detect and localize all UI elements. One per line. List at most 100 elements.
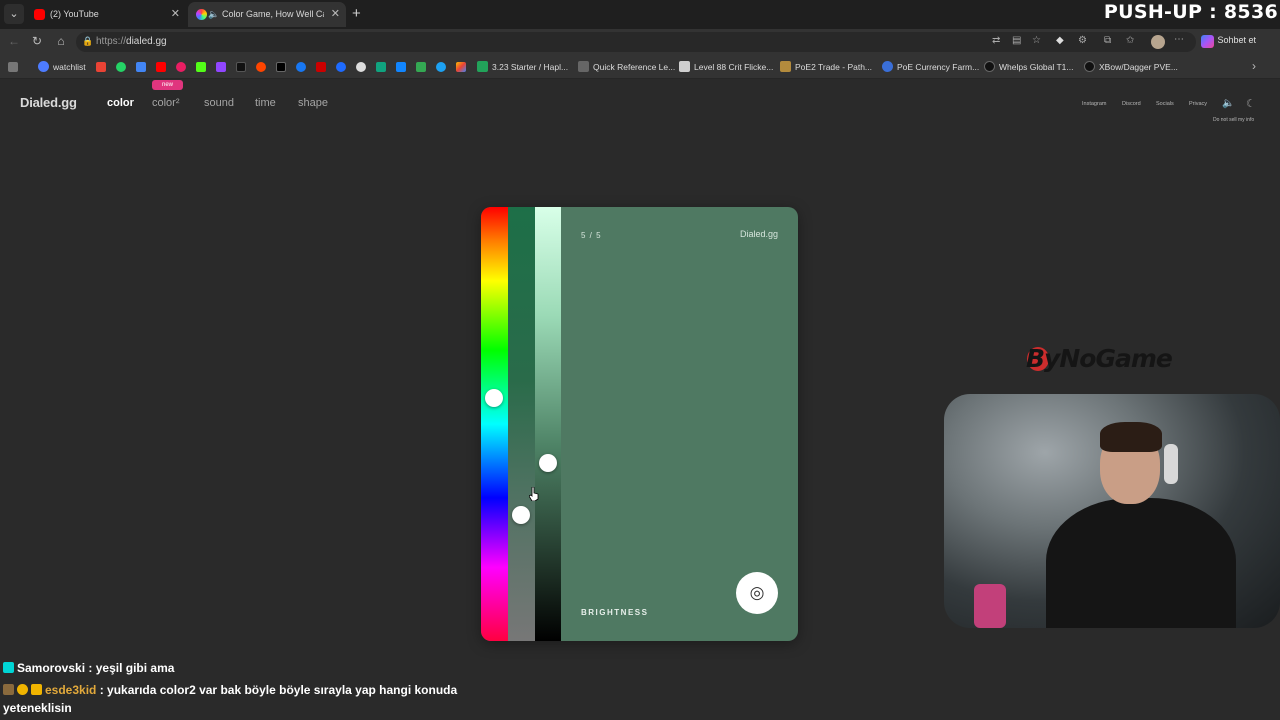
- close-tab-icon[interactable]: ✕: [331, 2, 340, 27]
- chat-message: Samorovski : yeşil gibi ama: [3, 661, 174, 675]
- dark-mode-moon-icon[interactable]: ☾: [1246, 97, 1256, 110]
- facebook-icon[interactable]: [296, 62, 306, 72]
- google-apps-icon[interactable]: [456, 62, 466, 72]
- whatsapp-icon[interactable]: [116, 62, 126, 72]
- site-icon: [984, 61, 995, 72]
- color-game-card: 5 / 5 Dialed.gg BRIGHTNESS ◎: [481, 207, 798, 641]
- youtube-icon: [34, 9, 45, 20]
- chat-message-continuation: yeteneklisin: [3, 701, 72, 715]
- tab-label: Color Game, How Well Can You: [222, 9, 324, 19]
- poe-icon: [780, 61, 791, 72]
- streamer-hair: [1100, 422, 1162, 452]
- chat-text: yukarıda color2 var bak böyle böyle sıra…: [107, 683, 458, 697]
- translate-bookmark-icon[interactable]: [136, 62, 146, 72]
- do-not-sell-link[interactable]: Do not sell my info: [1213, 117, 1254, 123]
- gmail-icon[interactable]: [96, 62, 106, 72]
- bookmark-cyan-icon[interactable]: [436, 62, 446, 72]
- bookmark-xbow[interactable]: XBow/Dagger PVE...: [1084, 60, 1178, 74]
- close-tab-icon[interactable]: ✕: [171, 2, 180, 27]
- bookmark-green-icon[interactable]: [416, 62, 426, 72]
- chatgpt-icon[interactable]: [376, 62, 386, 72]
- link-instagram[interactable]: Instagram: [1082, 101, 1106, 107]
- bookmark-poe-currency[interactable]: PoE Currency Farm...: [882, 60, 979, 74]
- bookmark-blue-icon[interactable]: [336, 62, 346, 72]
- nav-sound[interactable]: sound: [204, 97, 234, 109]
- link-socials[interactable]: Socials: [1156, 101, 1174, 107]
- new-badge: new: [152, 80, 183, 90]
- bookmark-quick-reference[interactable]: Quick Reference Le...: [578, 60, 675, 74]
- pushup-counter: PUSH-UP : 8536: [1103, 1, 1278, 23]
- copilot-icon[interactable]: [1201, 35, 1214, 48]
- link-privacy[interactable]: Privacy: [1189, 101, 1207, 107]
- tab-label: (2) YouTube: [50, 9, 99, 19]
- reader-icon[interactable]: ▤: [1012, 35, 1021, 46]
- page-icon: [679, 61, 690, 72]
- link-discord[interactable]: Discord: [1122, 101, 1141, 107]
- home-icon[interactable]: ⌂: [53, 33, 69, 49]
- brightness-slider[interactable]: [535, 207, 561, 641]
- chat-text: yeşil gibi ama: [95, 661, 175, 675]
- chat-username: Samorovski: [17, 661, 86, 675]
- bookmark-circle-icon[interactable]: [356, 62, 366, 72]
- patreon-icon[interactable]: [176, 62, 186, 72]
- nav-color2[interactable]: color²: [152, 97, 180, 109]
- url-text: https://dialed.gg: [96, 36, 167, 47]
- sound-toggle-icon[interactable]: 🔈: [1222, 98, 1234, 109]
- address-bar[interactable]: 🔒 https://dialed.gg ⇄ ▤ ☆ ◆ ⚙ ⧉ ✩ ⋯: [76, 32, 1196, 52]
- gift-badge-icon: [17, 684, 28, 695]
- profile-avatar[interactable]: [1151, 35, 1165, 49]
- extension-icon[interactable]: ◆: [1056, 35, 1064, 46]
- round-counter: 5 / 5: [581, 231, 602, 240]
- reddit-icon[interactable]: [256, 62, 266, 72]
- tab-youtube[interactable]: (2) YouTube ✕: [26, 2, 186, 27]
- watchlist-icon: [38, 61, 49, 72]
- site-icon: [1084, 61, 1095, 72]
- bookmark-red-icon[interactable]: [316, 62, 326, 72]
- chevron-right-icon[interactable]: ›: [1252, 59, 1256, 73]
- puzzle-icon[interactable]: ⚙: [1078, 35, 1087, 46]
- bookmark-watchlist[interactable]: watchlist: [38, 60, 86, 74]
- saturation-slider-handle[interactable]: [512, 506, 530, 524]
- back-arrow-icon[interactable]: ←: [6, 33, 22, 49]
- site-logo[interactable]: Dialed.gg: [20, 95, 77, 110]
- bookmark-starter[interactable]: 3.23 Starter / Hapl...: [477, 60, 568, 74]
- brightness-slider-handle[interactable]: [539, 454, 557, 472]
- more-options-icon[interactable]: ⋯: [1174, 34, 1184, 45]
- new-tab-plus-icon[interactable]: +: [352, 5, 361, 22]
- bookmark-whelps[interactable]: Whelps Global T1...: [984, 60, 1074, 74]
- favorite-star-icon[interactable]: ☆: [1032, 35, 1041, 46]
- globe-icon: [882, 61, 893, 72]
- chat-button[interactable]: Sohbet et: [1217, 35, 1256, 45]
- tab-list-chevron-icon[interactable]: ⌄: [4, 4, 24, 24]
- bookmark-poe2-trade[interactable]: PoE2 Trade - Path...: [780, 60, 872, 74]
- nav-shape[interactable]: shape: [298, 97, 328, 109]
- collections-icon[interactable]: ⧉: [1104, 35, 1111, 46]
- reload-icon[interactable]: ↻: [29, 33, 45, 49]
- browser-tab-strip: ⌄ (2) YouTube ✕ Color Game, How Well Can…: [0, 0, 1280, 29]
- sidebar-toggle-icon[interactable]: [8, 62, 18, 72]
- kick-icon[interactable]: [196, 62, 206, 72]
- browser-toolbar: ← ↻ ⌂ 🔒 https://dialed.gg ⇄ ▤ ☆ ◆ ⚙ ⧉ ✩ …: [0, 29, 1280, 55]
- streamer-body: [1046, 498, 1236, 628]
- hue-slider[interactable]: [481, 207, 508, 641]
- chat-message: esde3kid : yukarıda color2 var bak böyle…: [3, 683, 457, 697]
- hand-cursor-icon: [529, 487, 539, 501]
- translate-icon[interactable]: ⇄: [992, 35, 1000, 46]
- tab-color-game[interactable]: Color Game, How Well Can You 🔈 ✕: [188, 2, 346, 27]
- twitch-icon[interactable]: [216, 62, 226, 72]
- x-icon[interactable]: [276, 62, 286, 72]
- nav-time[interactable]: time: [255, 97, 276, 109]
- nav-color[interactable]: color: [107, 97, 134, 109]
- tiktok-icon[interactable]: [236, 62, 246, 72]
- submit-target-button[interactable]: ◎: [736, 572, 778, 614]
- favorites-icon[interactable]: ✩: [1126, 35, 1134, 46]
- saturation-slider[interactable]: [508, 207, 535, 641]
- bookmark-level-88[interactable]: Level 88 Crit Flicke...: [679, 60, 773, 74]
- target-icon: ◎: [749, 583, 765, 602]
- speaker-icon[interactable]: 🔈: [208, 2, 219, 27]
- youtube-bookmark-icon[interactable]: [156, 62, 166, 72]
- hue-slider-handle[interactable]: [485, 389, 503, 407]
- bluesky-icon[interactable]: [396, 62, 406, 72]
- headset-icon: [1164, 444, 1178, 484]
- microphone-icon: [974, 584, 1006, 628]
